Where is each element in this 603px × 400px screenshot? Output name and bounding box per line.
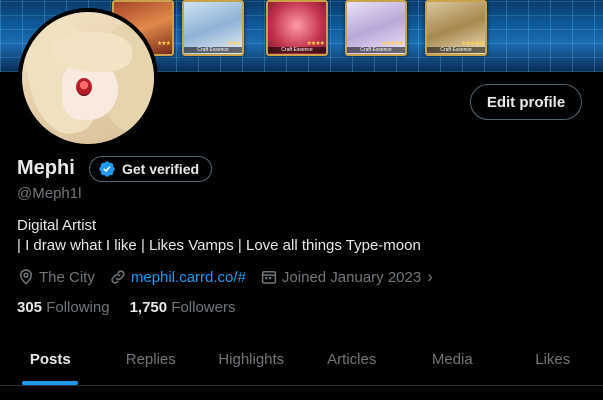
banner-card: ★★★ Craft Essence xyxy=(182,0,244,56)
location-item: The City xyxy=(17,268,95,286)
following-count: 305 xyxy=(17,299,43,316)
followers-link[interactable]: 1,750 Followers xyxy=(130,299,236,316)
chevron-right-icon: › xyxy=(427,267,433,286)
card-caption: Craft Essence xyxy=(347,47,405,53)
tab-label: Likes xyxy=(535,350,571,368)
profile-handle: @Meph1l xyxy=(17,185,82,202)
active-tab-indicator xyxy=(22,381,79,385)
profile-name: Mephi xyxy=(17,157,75,179)
card-stars: ★★★ xyxy=(156,41,171,47)
tab-articles[interactable]: Articles xyxy=(302,333,403,385)
get-verified-button[interactable]: Get verified xyxy=(89,156,213,182)
card-caption: Craft Essence xyxy=(184,47,242,53)
banner-card: ★★★★★ Craft Essence xyxy=(425,0,487,56)
card-stars: ★★★★ xyxy=(306,41,324,47)
card-caption: Craft Essence xyxy=(427,47,485,53)
banner-card: ★★★★★ Craft Essence xyxy=(345,0,407,56)
location-text: The City xyxy=(39,268,95,286)
tab-media[interactable]: Media xyxy=(402,333,503,385)
website-item[interactable]: mephil.carrd.co/# xyxy=(109,268,246,286)
get-verified-label: Get verified xyxy=(122,161,200,177)
card-stars: ★★★★★ xyxy=(381,41,404,47)
avatar[interactable] xyxy=(18,8,158,148)
tab-label: Posts xyxy=(29,350,71,368)
calendar-icon xyxy=(261,271,277,284)
card-stars: ★★★ xyxy=(226,41,241,47)
bio-line: | I draw what I like | Likes Vamps | Lov… xyxy=(17,237,421,254)
following-label: Following xyxy=(46,299,110,316)
tab-label: Media xyxy=(431,350,473,368)
avatar-eye xyxy=(76,78,92,96)
followers-label: Followers xyxy=(171,299,236,316)
tab-likes[interactable]: Likes xyxy=(503,333,603,385)
tab-posts[interactable]: Posts xyxy=(0,333,101,385)
banner-card: ★★★★ Craft Essence xyxy=(266,0,328,56)
website-link[interactable]: mephil.carrd.co/# xyxy=(131,269,246,286)
tab-replies[interactable]: Replies xyxy=(101,333,202,385)
tab-highlights[interactable]: Highlights xyxy=(201,333,302,385)
card-stars: ★★★★★ xyxy=(461,41,484,47)
bio-line: Digital Artist xyxy=(17,217,97,234)
edit-profile-button[interactable]: Edit profile xyxy=(470,84,582,120)
tab-label: Articles xyxy=(327,350,377,368)
profile-tabs: Posts Replies Highlights Articles Media … xyxy=(0,333,603,386)
joined-item[interactable]: Joined January 2023 › xyxy=(260,267,433,287)
follow-counts: 305 Following 1,750 Followers xyxy=(17,299,235,316)
profile-meta: The City mephil.carrd.co/# Joined Januar… xyxy=(17,267,447,287)
following-link[interactable]: 305 Following xyxy=(17,299,110,316)
link-icon xyxy=(111,270,125,284)
location-pin-icon xyxy=(19,269,33,285)
card-caption: Craft Essence xyxy=(268,47,326,53)
verified-badge-icon xyxy=(99,161,115,177)
tab-label: Replies xyxy=(125,350,176,368)
followers-count: 1,750 xyxy=(129,299,168,316)
tab-label: Highlights xyxy=(218,350,285,368)
joined-text: Joined January 2023 xyxy=(281,268,422,286)
